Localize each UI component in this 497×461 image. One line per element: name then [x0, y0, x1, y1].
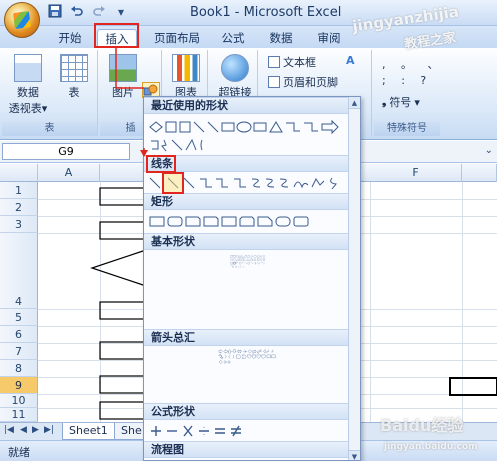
insert-tab-highlight	[94, 23, 139, 48]
recent-shapes-row-1[interactable]	[148, 119, 348, 135]
pivot-table-label-line1: 数据	[17, 86, 39, 99]
row-header-3[interactable]: 3	[0, 216, 38, 233]
chevron-down-icon: ▾	[41, 102, 48, 115]
wordart-icon: A	[346, 54, 355, 67]
watermark-bottom-2: jingyan.baidu.com	[384, 442, 478, 452]
wordart-button[interactable]: A	[346, 54, 355, 67]
picture-icon	[109, 54, 137, 82]
section-rectangles: 矩形	[144, 193, 349, 210]
picture-button[interactable]: 图片	[106, 54, 140, 100]
section-block-arrows: 箭头总汇	[144, 329, 349, 346]
punctuation-row-1[interactable]: , 。 、	[382, 56, 445, 72]
section-recently-used-shapes: 最近使用的形状	[144, 97, 349, 114]
row-header-4[interactable]: 4	[0, 233, 38, 309]
watermark-bottom-1: Baidu经验	[380, 416, 464, 435]
shapes-gallery-panel[interactable]: 最近使用的形状 线条 矩形 基本形状 箭头总汇 公式形状 流程图 ▲ ▼	[143, 96, 361, 461]
equation-shapes-row[interactable]	[148, 423, 348, 439]
drawn-rectangle[interactable]	[99, 375, 147, 394]
column-header-g[interactable]	[462, 164, 497, 182]
quick-access-toolbar: ▾	[46, 4, 130, 20]
pivot-table-label-line2: 透视表▾	[8, 102, 48, 115]
window-title: Book1 - Microsoft Excel	[190, 5, 342, 20]
pivot-table-icon	[14, 54, 42, 82]
line-icon	[149, 177, 161, 189]
section-flowchart: 流程图	[144, 441, 349, 458]
tab-page-layout[interactable]: 页面布局	[148, 29, 206, 48]
chevron-down-icon: ▾	[414, 95, 420, 109]
drawn-rectangle[interactable]	[99, 401, 147, 420]
header-footer-button[interactable]: 页眉和页脚	[268, 74, 338, 90]
column-header-f[interactable]: F	[370, 164, 462, 182]
drawn-angle-line[interactable]	[90, 249, 147, 287]
block-arrows-grid[interactable]	[148, 349, 348, 365]
section-basic-shapes: 基本形状	[144, 233, 349, 250]
line-tool-highlight	[162, 172, 184, 194]
tab-data[interactable]: 数据	[264, 29, 298, 48]
hyperlink-globe-icon	[221, 54, 249, 82]
hyperlink-button[interactable]: 超链接	[214, 54, 256, 100]
name-box[interactable]: G9	[2, 143, 130, 160]
omega-icon: ❟	[382, 95, 387, 108]
select-all-corner[interactable]	[0, 164, 38, 182]
pivot-table-button[interactable]: 数据 透视表▾	[8, 54, 48, 116]
punctuation-row-2[interactable]: ; : ?	[382, 74, 432, 87]
textbox-button[interactable]: 文本框	[268, 54, 316, 70]
row-header-10[interactable]: 10	[0, 394, 38, 408]
picture-label: 图片	[112, 86, 134, 99]
office-logo-icon	[12, 10, 32, 30]
scroll-up-icon[interactable]: ▲	[349, 97, 360, 109]
row-header-6[interactable]: 6	[0, 326, 38, 343]
drawn-rectangle[interactable]	[99, 301, 147, 320]
section-equation-shapes: 公式形状	[144, 403, 349, 420]
drawn-rectangle[interactable]	[99, 187, 147, 206]
tab-home[interactable]: 开始	[52, 29, 88, 48]
chart-button[interactable]: 图表	[170, 54, 202, 100]
column-header-b[interactable]	[100, 164, 146, 182]
header-footer-icon	[268, 76, 280, 88]
symbol-button[interactable]: ❟ 符号 ▾	[382, 94, 420, 110]
previous-sheet-icon[interactable]: ◀	[20, 425, 27, 435]
table-icon	[60, 54, 88, 82]
row-header-7[interactable]: 7	[0, 343, 38, 360]
lines-section-highlight	[146, 155, 176, 173]
tables-group: 数据 透视表▾ 表 表	[2, 50, 98, 136]
table-label: 表	[68, 86, 80, 99]
row-header-8[interactable]: 8	[0, 360, 38, 377]
last-sheet-icon[interactable]: ▶|	[44, 425, 54, 435]
row-header-9[interactable]: 9	[0, 377, 38, 394]
column-header-a[interactable]: A	[38, 164, 100, 182]
scroll-down-icon[interactable]: ▼	[349, 450, 360, 460]
chevron-down-icon[interactable]: ▾	[112, 4, 130, 20]
recent-shapes-row-2[interactable]	[148, 137, 348, 153]
row-header-5[interactable]: 5	[0, 309, 38, 326]
save-icon[interactable]	[46, 4, 64, 20]
rectangles-row[interactable]	[148, 213, 348, 229]
next-sheet-icon[interactable]: ▶	[32, 425, 39, 435]
active-cell-g9[interactable]	[449, 377, 497, 396]
tab-review[interactable]: 审阅	[312, 29, 346, 48]
tab-formulas[interactable]: 公式	[216, 29, 250, 48]
textbox-icon	[268, 56, 280, 68]
tables-group-label: 表	[2, 122, 97, 136]
row-header-11[interactable]: 11	[0, 408, 38, 422]
row-header-1[interactable]: 1	[0, 182, 38, 199]
shapes-icon	[143, 84, 158, 96]
basic-shapes-grid[interactable]	[148, 255, 348, 271]
symbols-group: , 。 、 ; : ? ❟ 符号 ▾ 特殊符号	[374, 50, 440, 136]
undo-icon[interactable]	[68, 4, 86, 20]
table-button[interactable]: 表	[56, 54, 92, 100]
sheet-tab-sheet1[interactable]: Sheet1	[62, 423, 115, 440]
expand-formula-bar-icon[interactable]: ⌄	[485, 145, 493, 156]
drawn-rectangle[interactable]	[99, 341, 147, 360]
row-header-2[interactable]: 2	[0, 199, 38, 216]
symbols-group-label: 特殊符号	[374, 122, 440, 136]
first-sheet-icon[interactable]: |◀	[4, 425, 14, 435]
drawn-rectangle[interactable]	[99, 221, 147, 240]
status-text: 就绪	[8, 446, 30, 459]
office-button[interactable]	[4, 2, 40, 38]
bar-chart-icon	[172, 54, 200, 82]
redo-icon[interactable]	[90, 4, 108, 20]
panel-scrollbar[interactable]: ▲ ▼	[348, 97, 360, 460]
